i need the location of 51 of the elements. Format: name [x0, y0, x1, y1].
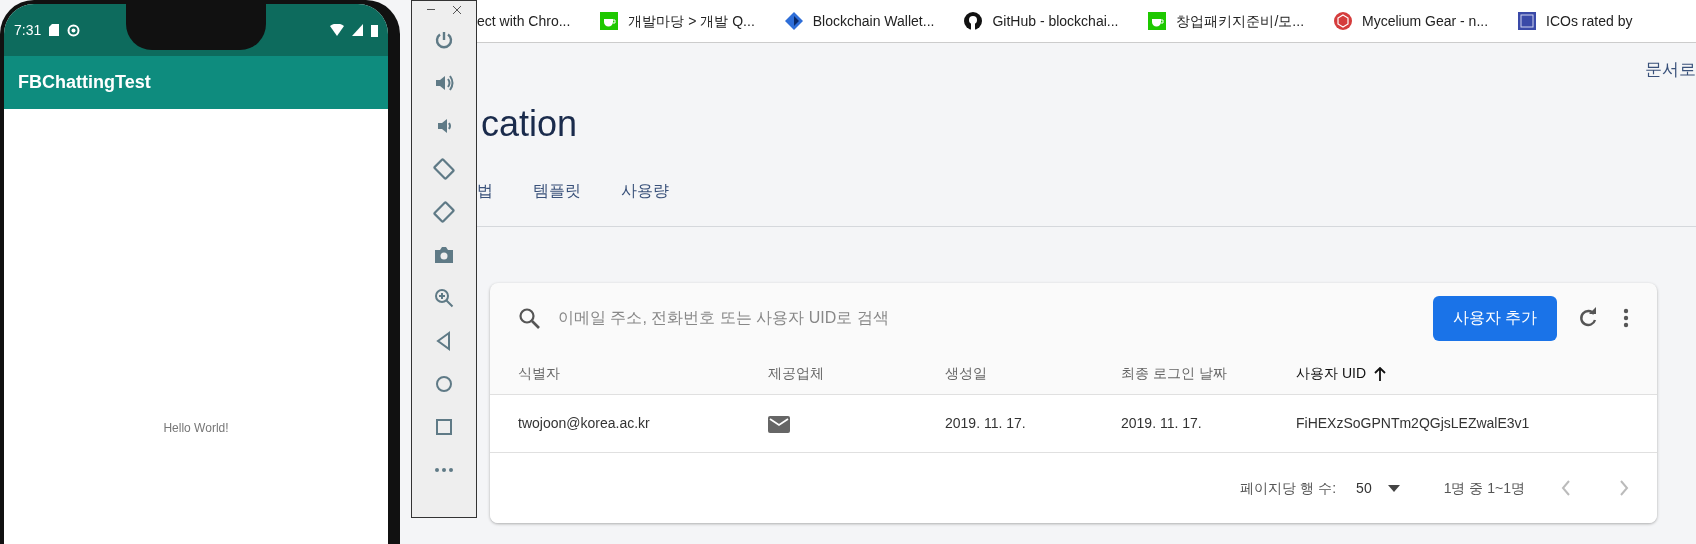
bookmark-link[interactable]: GitHub - blockchai...	[992, 10, 1119, 32]
docs-link[interactable]: 문서로	[1645, 57, 1696, 93]
camera-icon[interactable]	[433, 244, 455, 266]
uid-cell-text: FiHEXzSoGPNTm2QGjsLEZwalE3v1	[1296, 414, 1531, 433]
app-title: FBChattingTest	[4, 56, 388, 109]
column-header[interactable]: 제공업체	[768, 363, 945, 384]
hello-text: Hello World!	[163, 420, 229, 435]
column-header[interactable]: 최종 로그인 날짜	[1121, 363, 1296, 384]
cup-icon	[600, 12, 619, 30]
zoom-icon[interactable]	[433, 287, 455, 309]
page-range: 1명 중 1~1명	[1443, 478, 1525, 498]
page-tab[interactable]: 사용량	[621, 172, 669, 209]
search-icon	[518, 307, 540, 329]
add-user-button[interactable]: 사용자 추가	[1432, 295, 1557, 341]
search-field[interactable]: 이메일 주소, 전화번호 또는 사용자 UID로 검색	[556, 305, 1417, 331]
bookmark-link[interactable]: ICOs rated by	[1546, 10, 1633, 32]
home-icon[interactable]	[433, 373, 455, 395]
rows-per-page-select[interactable]: 50	[1352, 473, 1404, 503]
identifier-cell-text: twojoon@korea.ac.kr	[518, 414, 651, 433]
close-icon[interactable]	[453, 6, 461, 14]
date-cell-text: 2019. 11. 17.	[1121, 414, 1203, 433]
column-header[interactable]: 사용자 UID	[1296, 363, 1657, 384]
page-tab[interactable]: 템플릿	[533, 172, 581, 209]
wifi-icon	[330, 24, 344, 36]
page-tab[interactable]: 법	[477, 172, 493, 209]
bookmark-link[interactable]: ect with Chro...	[477, 10, 571, 32]
diamond-icon	[784, 12, 803, 30]
caret-icon	[1387, 484, 1400, 492]
email-icon	[768, 415, 790, 433]
rotate-right-icon[interactable]	[433, 201, 455, 223]
date-cell-text: 2019. 11. 17.	[945, 414, 1027, 433]
column-header[interactable]: 식별자	[518, 363, 768, 384]
rotate-left-icon[interactable]	[433, 158, 455, 180]
bookmark-link[interactable]: Mycelium Gear - n...	[1362, 10, 1489, 32]
signal-icon	[352, 24, 363, 36]
bookmark-link[interactable]: Blockchain Wallet...	[812, 10, 935, 32]
bookmark-link[interactable]: 창업패키지준비/모...	[1176, 10, 1305, 32]
sort-arrow-icon	[1374, 366, 1386, 381]
cube-icon	[1334, 12, 1353, 30]
battery-icon	[371, 23, 378, 37]
overview-icon[interactable]	[433, 416, 455, 438]
rows-per-page-label: 페이지당 행 수:	[1240, 478, 1337, 498]
power-icon[interactable]	[433, 29, 455, 51]
column-header[interactable]: 생성일	[945, 363, 1121, 384]
bookmark-link[interactable]: 개발마당 > 개발 Q...	[628, 10, 755, 32]
page-title: cation	[480, 102, 579, 146]
sd-card-icon	[49, 24, 60, 36]
minimize-icon[interactable]	[427, 9, 435, 11]
status-time: 7:31	[14, 20, 42, 40]
cup-icon	[1148, 12, 1167, 30]
sync-icon	[67, 23, 81, 37]
